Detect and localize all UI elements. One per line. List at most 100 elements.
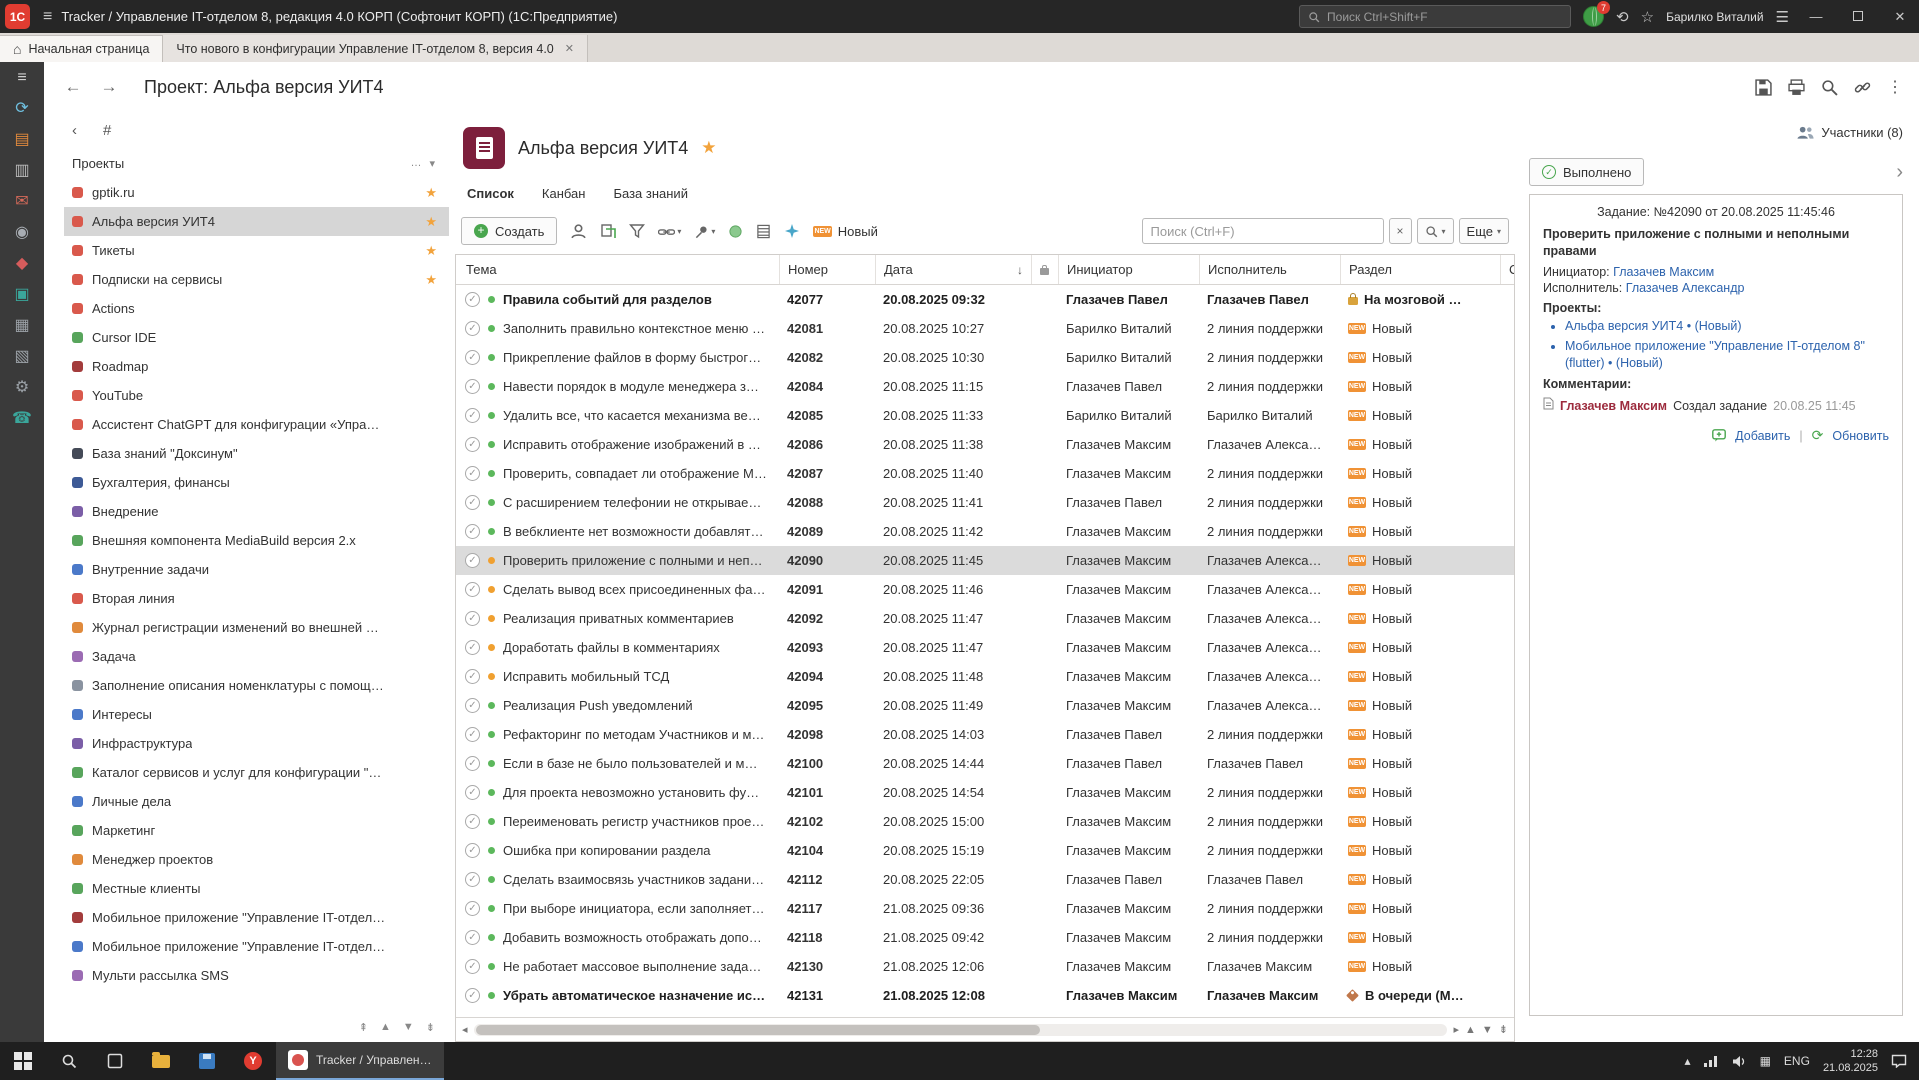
taskbar-search-button[interactable] [46, 1042, 92, 1080]
get-link-icon[interactable] [1854, 79, 1871, 96]
language-indicator[interactable]: ENG [1784, 1054, 1810, 1068]
network-icon[interactable] [1704, 1055, 1719, 1067]
project-list-item[interactable]: Менеджер проектов [64, 845, 449, 874]
favorite-star-icon[interactable]: ★ [425, 272, 437, 288]
save-icon[interactable] [1755, 79, 1772, 96]
lab-icon[interactable]: ◆ [16, 256, 28, 272]
table-row[interactable]: ✓ При выборе инициатора, если заполняет…… [456, 894, 1514, 923]
settings-icon[interactable]: ⚙ [15, 380, 29, 396]
global-search-input[interactable]: Поиск Ctrl+Shift+F [1299, 5, 1571, 28]
complete-check-icon[interactable]: ✓ [465, 669, 480, 684]
preview-icon[interactable] [1821, 79, 1838, 96]
calendar-icon[interactable]: ▦ [14, 318, 29, 334]
complete-check-icon[interactable]: ✓ [465, 785, 480, 800]
table-row[interactable]: ✓ Навести порядок в модуле менеджера з… … [456, 372, 1514, 401]
user-menu-icon[interactable]: ☰ [1776, 8, 1789, 26]
discussions-icon[interactable]: 7 [1583, 6, 1604, 27]
box-icon[interactable]: ▣ [14, 287, 29, 303]
project-list-item[interactable]: Инфраструктура [64, 729, 449, 758]
volume-icon[interactable] [1732, 1055, 1747, 1068]
favorites-star-icon[interactable]: ☆ [1641, 8, 1654, 26]
project-list-item[interactable]: Интересы [64, 700, 449, 729]
expand-panel-icon[interactable]: › [1896, 161, 1903, 184]
project-list-item[interactable]: Подписки на сервисы ★ [64, 265, 449, 294]
complete-check-icon[interactable]: ✓ [465, 901, 480, 916]
filter-icon[interactable] [629, 223, 645, 239]
complete-check-icon[interactable]: ✓ [465, 843, 480, 858]
complete-check-icon[interactable]: ✓ [465, 292, 480, 307]
table-row[interactable]: ✓ Исправить отображение изображений в … … [456, 430, 1514, 459]
project-favorite-star-icon[interactable]: ★ [701, 138, 716, 158]
sync-icon[interactable]: ⟳ [15, 101, 28, 117]
sidebar-more-icon[interactable]: … [410, 157, 421, 170]
columns-icon[interactable] [756, 224, 771, 239]
complete-check-icon[interactable]: ✓ [465, 321, 480, 336]
list-search-input[interactable]: Поиск (Ctrl+F) [1142, 218, 1384, 244]
project-list-item[interactable]: Тикеты ★ [64, 236, 449, 265]
done-button[interactable]: ✓ Выполнено [1529, 158, 1644, 186]
table-row[interactable]: ✓ Прикрепление файлов в форму быстрог… 4… [456, 343, 1514, 372]
create-button[interactable]: + Создать [461, 217, 557, 245]
pin-dropdown-icon[interactable]: ▾ [694, 224, 715, 239]
project-list-item[interactable]: Журнал регистрации изменений во внешней … [64, 613, 449, 642]
services-icon[interactable]: ▤ [14, 132, 29, 148]
col-private[interactable] [1031, 255, 1058, 284]
section-filter[interactable]: Новый [813, 224, 877, 239]
complete-check-icon[interactable]: ✓ [465, 379, 480, 394]
favorite-star-icon[interactable]: ★ [425, 185, 437, 201]
current-user[interactable]: Барилко Виталий [1666, 10, 1763, 24]
complete-check-icon[interactable]: ✓ [465, 437, 480, 452]
table-row[interactable]: ✓ Ошибка при копировании раздела 42104 2… [456, 836, 1514, 865]
scroll-left-icon[interactable]: ◂ [462, 1023, 468, 1036]
go-to-end-icon[interactable]: ⇟ [1499, 1023, 1508, 1036]
complete-check-icon[interactable]: ✓ [465, 959, 480, 974]
assign-user-icon[interactable] [570, 223, 587, 240]
project-list-item[interactable]: Задача [64, 642, 449, 671]
table-row[interactable]: ✓ Рефакторинг по методам Участников и м…… [456, 720, 1514, 749]
phone-icon[interactable]: ☎ [12, 411, 32, 427]
table-row[interactable]: ✓ Исправить мобильный ТСД 42094 20.08.20… [456, 662, 1514, 691]
project-list-item[interactable]: Альфа версия УИТ4 ★ [64, 207, 449, 236]
row-down-icon[interactable]: ▼ [1482, 1024, 1493, 1036]
scroll-up-icon[interactable]: ▲ [380, 1021, 391, 1034]
start-button[interactable] [0, 1042, 46, 1080]
project-list-item[interactable]: Внедрение [64, 497, 449, 526]
col-date[interactable]: Дата↓ [875, 255, 1031, 284]
touch-keyboard-icon[interactable]: ▦ [1760, 1054, 1771, 1068]
scrollbar-thumb[interactable] [476, 1025, 1041, 1035]
project-list-item[interactable]: Мобильное приложение "Управление IT-отде… [64, 932, 449, 961]
table-row[interactable]: ✓ Сделать вывод всех присоединенных фа… … [456, 575, 1514, 604]
project-list-item[interactable]: Actions [64, 294, 449, 323]
table-row[interactable]: ✓ Реализация приватных комментариев 4209… [456, 604, 1514, 633]
project-list-item[interactable]: Внешняя компонента MediaBuild версия 2.x [64, 526, 449, 555]
copy-document-icon[interactable] [600, 223, 616, 239]
project-list-item[interactable]: База знаний "Доксинум" [64, 439, 449, 468]
col-extra[interactable]: С [1500, 255, 1514, 284]
file-explorer-button[interactable] [138, 1042, 184, 1080]
col-theme[interactable]: Тема [456, 255, 779, 284]
search-button[interactable]: ▾ [1417, 218, 1454, 244]
complete-check-icon[interactable]: ✓ [465, 524, 480, 539]
row-up-icon[interactable]: ▲ [1465, 1024, 1476, 1036]
project-link[interactable]: Мобильное приложение "Управление IT-отде… [1565, 338, 1889, 372]
project-link[interactable]: Альфа версия УИТ4 • (Новый) [1565, 318, 1889, 335]
clock[interactable]: 12:28 21.08.2025 [1823, 1047, 1878, 1076]
table-row[interactable]: ✓ Переименовать регистр участников прое…… [456, 807, 1514, 836]
users-icon[interactable]: ◉ [15, 225, 29, 241]
project-list-item[interactable]: Маркетинг [64, 816, 449, 845]
forward-button[interactable]: → [94, 75, 124, 99]
project-list-item[interactable]: Roadmap [64, 352, 449, 381]
refresh-button[interactable]: Обновить [1832, 429, 1889, 443]
numbering-icon[interactable]: # [103, 122, 111, 139]
color-mark-icon[interactable] [728, 224, 743, 239]
complete-check-icon[interactable]: ✓ [465, 930, 480, 945]
1c-app-button[interactable] [184, 1042, 230, 1080]
minimize-button[interactable]: — [1801, 9, 1831, 24]
notifications-icon[interactable] [1891, 1054, 1907, 1068]
complete-check-icon[interactable]: ✓ [465, 814, 480, 829]
tab-whats-new[interactable]: Что нового в конфигурации Управление IT-… [163, 35, 588, 62]
table-row[interactable]: ✓ В вебклиенте нет возможности добавлят…… [456, 517, 1514, 546]
sidebar-collapse-caret-icon[interactable]: ▾ [429, 157, 435, 170]
tab-home[interactable]: ⌂ Начальная страница [0, 35, 163, 62]
complete-check-icon[interactable]: ✓ [465, 756, 480, 771]
